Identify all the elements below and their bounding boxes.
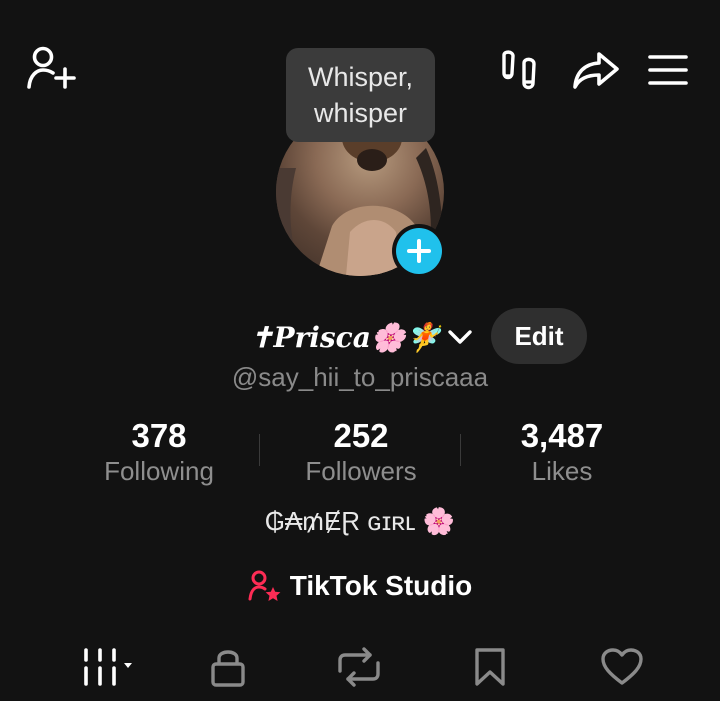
followers-label: Followers: [305, 456, 417, 486]
share-profile-button[interactable]: [568, 44, 624, 96]
following-count: 378: [131, 417, 187, 454]
person-plus-icon: [27, 46, 76, 89]
hamburger-menu-icon: [648, 55, 688, 85]
studio-label: TikTok Studio: [289, 570, 473, 601]
stats-divider: [259, 434, 260, 466]
tab-favorites[interactable]: [462, 636, 518, 698]
tab-videos[interactable]: [66, 636, 142, 698]
tab-private[interactable]: [198, 636, 258, 698]
likes-count: 3,487: [520, 417, 604, 454]
footprints-icon: [502, 50, 536, 90]
add-story-button[interactable]: [392, 224, 446, 278]
display-name-row[interactable]: ✝𝑷𝒓𝒊𝒔𝒄𝒂🌸🧚: [250, 312, 473, 362]
add-friend-button[interactable]: [22, 42, 80, 94]
tab-liked[interactable]: [592, 636, 652, 698]
profile-bio: ₲₳₥ɆⱤ ɢɪʀʟ 🌸: [264, 506, 456, 536]
username: @say_hii_to_priscaaa: [231, 362, 489, 392]
heart-icon: [601, 648, 643, 685]
followers-stat[interactable]: 252 Followers: [261, 416, 461, 486]
menu-button[interactable]: [642, 44, 694, 96]
likes-label: Likes: [531, 456, 593, 486]
bookmark-icon: [475, 648, 505, 686]
plus-icon: [407, 239, 431, 263]
following-stat[interactable]: 378 Following: [59, 416, 259, 486]
stats-divider: [460, 434, 461, 466]
followers-count: 252: [333, 417, 389, 454]
tiktok-studio-link[interactable]: TikTok Studio: [0, 566, 720, 606]
person-star-icon: [248, 570, 281, 601]
videos-grid-icon: [84, 648, 132, 686]
edit-profile-button[interactable]: Edit: [491, 308, 587, 364]
profile-views-button[interactable]: [494, 44, 546, 96]
chevron-down-icon: [447, 330, 472, 344]
share-arrow-icon: [573, 52, 619, 89]
whisper-tooltip: Whisper, whisper: [286, 48, 435, 142]
following-label: Following: [104, 456, 214, 486]
display-name: ✝𝑷𝒓𝒊𝒔𝒄𝒂🌸🧚: [250, 320, 441, 354]
tooltip-line2: whisper: [313, 98, 408, 128]
likes-stat[interactable]: 3,487 Likes: [462, 416, 662, 486]
repost-icon: [338, 647, 380, 687]
lock-icon: [211, 650, 245, 687]
tooltip-line1: Whisper,: [307, 62, 414, 92]
tab-reposts[interactable]: [328, 636, 390, 698]
